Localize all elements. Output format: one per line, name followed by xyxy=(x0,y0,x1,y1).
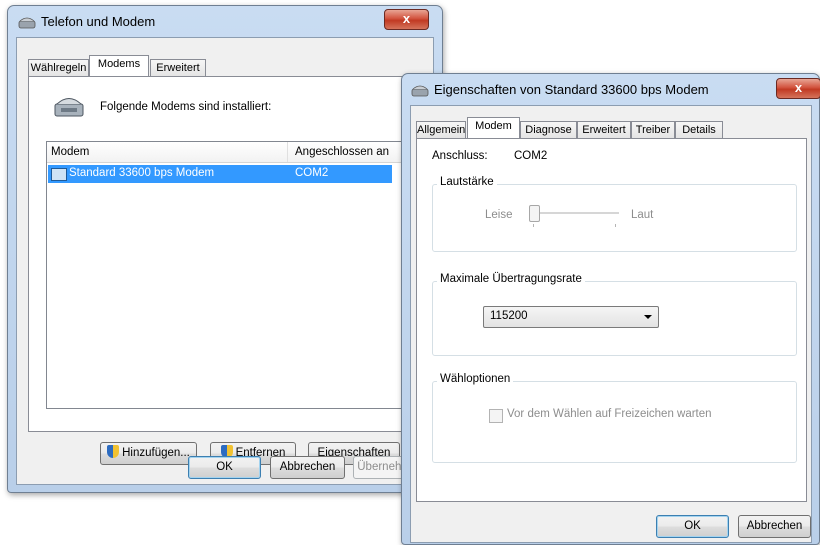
close-button[interactable]: x xyxy=(776,78,820,99)
table-row[interactable]: Standard 33600 bps Modem COM2 xyxy=(48,165,392,183)
slider-thumb[interactable] xyxy=(529,205,540,222)
tab-diagnose[interactable]: Diagnose xyxy=(520,121,577,139)
close-icon: x xyxy=(794,80,803,95)
modem-port-cell: COM2 xyxy=(295,167,329,179)
volume-slider[interactable] xyxy=(529,205,619,227)
phone-modem-icon xyxy=(18,15,36,29)
list-header: Modem Angeschlossen an xyxy=(47,142,404,163)
column-header-angeschlossen[interactable]: Angeschlossen an xyxy=(295,146,389,158)
dial-options-group-label: Wähloptionen xyxy=(437,373,514,385)
tab-allgemein[interactable]: Allgemein xyxy=(416,121,466,139)
chevron-down-icon xyxy=(644,315,652,319)
speed-group-label: Maximale Übertragungsrate xyxy=(437,273,585,285)
add-button-label: Hinzufügen... xyxy=(122,447,190,459)
column-header-modem[interactable]: Modem xyxy=(51,146,89,158)
volume-low-label: Leise xyxy=(485,209,513,221)
tab-waehlregeln[interactable]: Wählregeln xyxy=(28,59,89,77)
modem-name-cell: Standard 33600 bps Modem xyxy=(69,167,215,179)
tab-erweitert[interactable]: Erweitert xyxy=(577,121,631,139)
installed-modems-label: Folgende Modems sind installiert: xyxy=(100,101,272,113)
speed-select[interactable]: 115200 xyxy=(483,306,659,328)
column-divider xyxy=(287,142,288,162)
modem-icon xyxy=(52,93,86,122)
close-icon: x xyxy=(402,11,411,26)
modem-tab-panel: Anschluss: COM2 Lautstärke Leise Laut Ma… xyxy=(416,138,807,502)
modem-properties-window: Eigenschaften von Standard 33600 bps Mod… xyxy=(401,73,820,545)
slider-tick-left xyxy=(533,224,534,227)
wait-dialtone-label[interactable]: Vor dem Wählen auf Freizeichen warten xyxy=(507,408,712,420)
speed-selected-value: 115200 xyxy=(490,310,528,322)
slider-tick-right xyxy=(615,224,616,227)
volume-group-label: Lautstärke xyxy=(437,176,497,188)
dial-options-group xyxy=(432,381,797,463)
phone-modem-icon xyxy=(411,83,429,97)
title-bar[interactable]: Eigenschaften von Standard 33600 bps Mod… xyxy=(402,74,820,104)
tab-details[interactable]: Details xyxy=(675,121,723,139)
title-bar[interactable]: Telefon und Modem x xyxy=(8,6,442,36)
tab-modem[interactable]: Modem xyxy=(467,117,520,138)
cancel-button[interactable]: Abbrechen xyxy=(270,456,345,479)
ok-button[interactable]: OK xyxy=(656,515,729,538)
close-button[interactable]: x xyxy=(384,9,429,30)
wait-dialtone-checkbox[interactable] xyxy=(489,409,503,423)
tab-treiber[interactable]: Treiber xyxy=(631,121,675,139)
window-title: Eigenschaften von Standard 33600 bps Mod… xyxy=(434,82,709,97)
port-label: Anschluss: xyxy=(432,150,488,162)
window-client-area: Allgemein Modem Diagnose Erweitert Treib… xyxy=(410,105,812,543)
tab-modems[interactable]: Modems xyxy=(89,55,149,76)
ok-button[interactable]: OK xyxy=(188,456,261,479)
modems-tab-panel: Folgende Modems sind installiert: Modem … xyxy=(28,76,423,465)
add-button[interactable]: Hinzufügen... xyxy=(100,442,197,465)
modem-list[interactable]: Modem Angeschlossen an Standard 33600 bp… xyxy=(46,141,405,409)
tab-erweitert[interactable]: Erweitert xyxy=(150,59,206,77)
port-value: COM2 xyxy=(514,150,548,162)
volume-high-label: Laut xyxy=(631,209,654,221)
slider-track xyxy=(529,212,619,215)
shield-icon xyxy=(107,445,120,458)
window-client-area: Wählregeln Modems Erweitert Folgende Mod… xyxy=(16,37,434,485)
window-title: Telefon und Modem xyxy=(41,14,156,29)
telefon-modem-window: Telefon und Modem x Wählregeln Modems Er… xyxy=(7,5,443,493)
modem-row-icon xyxy=(51,168,67,181)
cancel-button[interactable]: Abbrechen xyxy=(738,515,811,538)
